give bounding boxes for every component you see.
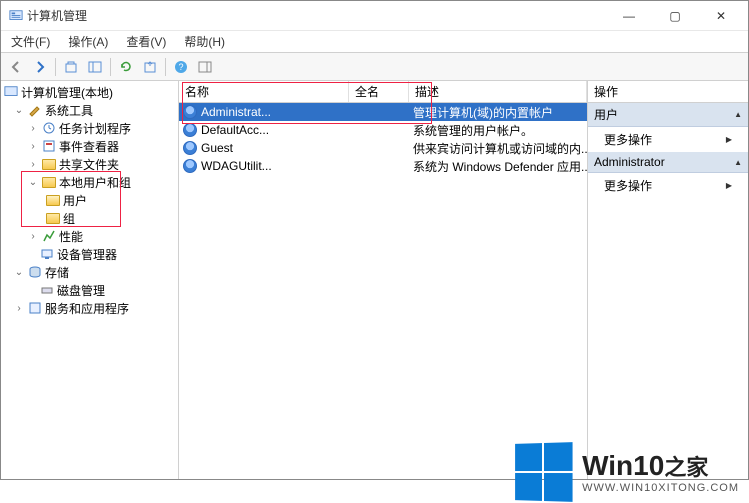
windows-logo-icon (515, 442, 572, 502)
perf-icon (41, 229, 57, 243)
tree-pane[interactable]: 计算机管理(本地) ⌄ 系统工具 › 任务计划程序 › 事件查看器 › 共享文件… (1, 81, 179, 479)
toolbar-sep2 (110, 58, 111, 76)
collapse-icon[interactable]: ⌄ (25, 177, 41, 188)
actions-section-users[interactable]: 用户 ▲ (588, 103, 748, 127)
disk-icon (39, 283, 55, 297)
close-button[interactable]: ✕ (698, 2, 744, 30)
tree-device-manager[interactable]: 设备管理器 (1, 245, 178, 263)
refresh-button[interactable] (115, 56, 137, 78)
clock-icon (41, 121, 57, 135)
tools-icon (27, 103, 43, 117)
svg-text:?: ? (178, 62, 183, 72)
toolbar-sep (55, 58, 56, 76)
expand-icon[interactable]: › (11, 303, 27, 314)
tree-disk-mgmt[interactable]: 磁盘管理 (1, 281, 178, 299)
tree-shared-folders[interactable]: › 共享文件夹 (1, 155, 178, 173)
app-icon (9, 9, 23, 23)
tree-system-tools[interactable]: ⌄ 系统工具 (1, 101, 178, 119)
collapse-icon[interactable]: ⌄ (11, 267, 27, 278)
col-desc[interactable]: 描述 (409, 81, 587, 102)
menu-help[interactable]: 帮助(H) (180, 31, 229, 52)
chevron-right-icon: ▶ (726, 181, 732, 190)
collapse-icon[interactable]: ⌄ (11, 105, 27, 116)
up-button[interactable] (60, 56, 82, 78)
users-icon (41, 177, 57, 188)
tree-root[interactable]: 计算机管理(本地) (1, 83, 178, 101)
tree-services-apps[interactable]: › 服务和应用程序 (1, 299, 178, 317)
help-button[interactable]: ? (170, 56, 192, 78)
services-icon (27, 301, 43, 315)
event-icon (41, 139, 57, 153)
user-icon (183, 159, 197, 173)
expand-icon[interactable]: › (25, 231, 41, 242)
user-icon (183, 123, 197, 137)
table-row[interactable]: DefaultAcc...系统管理的用户帐户。 (179, 121, 587, 139)
list-header: 名称 全名 描述 (179, 81, 587, 103)
minimize-button[interactable]: — (606, 2, 652, 30)
pane-button[interactable] (84, 56, 106, 78)
share-icon (41, 159, 57, 170)
menu-action[interactable]: 操作(A) (64, 31, 112, 52)
device-icon (39, 247, 55, 261)
export-button[interactable] (139, 56, 161, 78)
watermark: Win10之家 WWW.WIN10XITONG.COM (514, 443, 739, 501)
user-icon (183, 105, 197, 119)
tree-performance[interactable]: › 性能 (1, 227, 178, 245)
expand-icon[interactable]: › (25, 123, 41, 134)
menubar: 文件(F) 操作(A) 查看(V) 帮助(H) (1, 31, 748, 53)
folder-icon (45, 195, 61, 206)
tree-task-scheduler[interactable]: › 任务计划程序 (1, 119, 178, 137)
actions-more-1[interactable]: 更多操作 ▶ (588, 127, 748, 152)
maximize-button[interactable]: ▢ (652, 2, 698, 30)
actions-header: 操作 (588, 81, 748, 103)
tree-users[interactable]: 用户 (1, 191, 178, 209)
forward-button[interactable] (29, 56, 51, 78)
menu-view[interactable]: 查看(V) (122, 31, 170, 52)
chevron-up-icon: ▲ (734, 158, 742, 167)
col-fullname[interactable]: 全名 (349, 81, 409, 102)
tree-event-viewer[interactable]: › 事件查看器 (1, 137, 178, 155)
table-row[interactable]: Guest供来宾访问计算机或访问域的内... (179, 139, 587, 157)
chevron-right-icon: ▶ (726, 135, 732, 144)
titlebar: 计算机管理 — ▢ ✕ (1, 1, 748, 31)
storage-icon (27, 265, 43, 279)
actions-more-2[interactable]: 更多操作 ▶ (588, 173, 748, 198)
back-button[interactable] (5, 56, 27, 78)
window-controls: — ▢ ✕ (606, 2, 744, 30)
window-title: 计算机管理 (5, 7, 606, 24)
actions-section-admin[interactable]: Administrator ▲ (588, 152, 748, 173)
body: 计算机管理(本地) ⌄ 系统工具 › 任务计划程序 › 事件查看器 › 共享文件… (1, 81, 748, 479)
watermark-text: Win10之家 WWW.WIN10XITONG.COM (582, 450, 739, 494)
tree-groups[interactable]: 组 (1, 209, 178, 227)
window-root: 计算机管理 — ▢ ✕ 文件(F) 操作(A) 查看(V) 帮助(H) ? (0, 0, 749, 480)
list-pane: 名称 全名 描述 Administrat...管理计算机(域)的内置帐户Defa… (179, 81, 588, 479)
table-row[interactable]: Administrat...管理计算机(域)的内置帐户 (179, 103, 587, 121)
tree-local-users-groups[interactable]: ⌄ 本地用户和组 (1, 173, 178, 191)
window-title-text: 计算机管理 (27, 7, 87, 24)
chevron-up-icon: ▲ (734, 110, 742, 119)
table-row[interactable]: WDAGUtilit...系统为 Windows Defender 应用... (179, 157, 587, 175)
user-icon (183, 141, 197, 155)
toolbar: ? (1, 53, 748, 81)
actions-pane: 操作 用户 ▲ 更多操作 ▶ Administrator ▲ 更多操作 ▶ (588, 81, 748, 479)
folder-icon (45, 213, 61, 224)
computer-icon (3, 85, 19, 99)
toolbar-sep3 (165, 58, 166, 76)
menu-file[interactable]: 文件(F) (7, 31, 54, 52)
col-name[interactable]: 名称 (179, 81, 349, 102)
expand-icon[interactable]: › (25, 141, 41, 152)
list-body[interactable]: Administrat...管理计算机(域)的内置帐户DefaultAcc...… (179, 103, 587, 479)
expand-icon[interactable]: › (25, 159, 41, 170)
extra-button[interactable] (194, 56, 216, 78)
tree-storage[interactable]: ⌄ 存储 (1, 263, 178, 281)
